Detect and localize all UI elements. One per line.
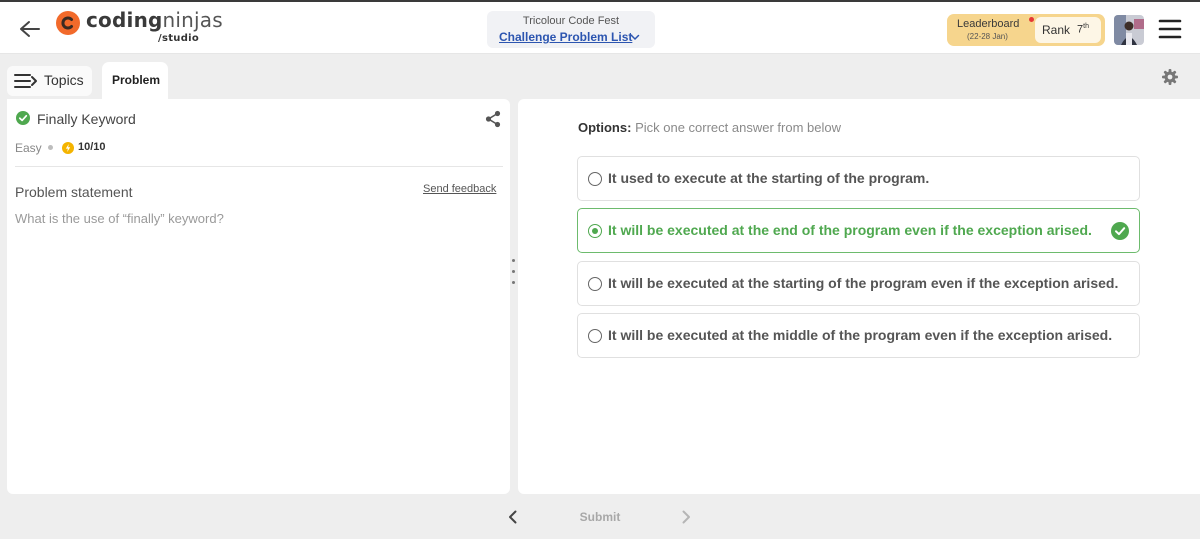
rank-label: Rank [1042, 23, 1071, 37]
hamburger-menu-button[interactable] [1158, 18, 1182, 40]
problem-title: Finally Keyword [37, 111, 136, 127]
problem-panel: Finally Keyword Easy 10/10 Problem state… [7, 99, 510, 494]
option-3[interactable]: It will be executed at the starting of t… [577, 261, 1140, 306]
leaderboard-dates: (22-28 Jan) [967, 32, 1008, 41]
chevron-right-icon [682, 510, 690, 524]
radio-button[interactable] [588, 277, 602, 291]
options-heading: Options: Pick one correct answer from be… [578, 120, 841, 135]
difficulty-label: Easy [15, 141, 42, 155]
event-title: Tricolour Code Fest [522, 15, 620, 27]
share-icon [485, 110, 501, 128]
option-text: It used to execute at the starting of th… [608, 170, 930, 186]
option-text: It will be executed at the end of the pr… [608, 222, 1092, 238]
tab-topics[interactable]: Topics [7, 66, 92, 96]
rank-badge: Rank 7th [1035, 17, 1101, 43]
radio-button[interactable] [588, 224, 602, 238]
previous-button[interactable] [505, 509, 521, 525]
option-4[interactable]: It will be executed at the middle of the… [577, 313, 1140, 358]
avatar-image [1114, 15, 1144, 45]
radio-button[interactable] [588, 172, 602, 186]
leaderboard-title: Leaderboard [957, 18, 1020, 30]
submit-button[interactable]: Submit [570, 506, 630, 528]
avatar[interactable] [1114, 15, 1144, 45]
next-button[interactable] [678, 509, 694, 525]
option-2[interactable]: It will be executed at the end of the pr… [577, 208, 1140, 253]
topics-list-icon [14, 74, 37, 88]
challenge-problem-list-link[interactable]: Challenge Problem List [499, 30, 632, 44]
notification-dot [1029, 17, 1034, 22]
settings-gear-icon [1162, 69, 1178, 85]
brand-subtitle: /studio [158, 33, 200, 44]
leaderboard-button[interactable]: Leaderboard (22-28 Jan) Rank 7th [947, 14, 1105, 46]
top-navbar: codingninjas /studio Tricolour Code Fest… [0, 0, 1200, 54]
options-panel: Options: Pick one correct answer from be… [518, 99, 1200, 494]
share-button[interactable] [484, 110, 502, 128]
option-1[interactable]: It used to execute at the starting of th… [577, 156, 1140, 201]
divider [15, 166, 503, 167]
send-feedback-link[interactable]: Send feedback [423, 183, 496, 195]
back-arrow-icon [20, 21, 40, 37]
settings-button[interactable] [1161, 68, 1179, 86]
problem-statement-text: What is the use of “finally” keyword? [15, 211, 224, 226]
chevron-left-icon [509, 510, 517, 524]
tab-problem[interactable]: Problem [102, 62, 168, 100]
separator-dot [48, 145, 53, 150]
menu-icon [1158, 19, 1182, 39]
chevron-down-icon[interactable] [629, 31, 641, 43]
logo-icon [56, 11, 80, 35]
score-value: 10/10 [78, 141, 106, 153]
option-text: It will be executed at the middle of the… [608, 327, 1113, 343]
brand-name: codingninjas [86, 8, 223, 32]
check-circle-icon [16, 111, 30, 125]
back-button[interactable] [17, 16, 43, 42]
rank-value: 7th [1077, 23, 1089, 36]
check-circle-icon [1111, 222, 1129, 240]
problem-statement-heading: Problem statement [15, 184, 133, 200]
panel-resize-handle[interactable] [511, 259, 516, 291]
option-text: It will be executed at the starting of t… [608, 275, 1119, 291]
event-selector: Tricolour Code Fest Challenge Problem Li… [487, 11, 655, 48]
tab-topics-label: Topics [44, 72, 84, 88]
radio-button[interactable] [588, 329, 602, 343]
tab-problem-label: Problem [112, 73, 161, 87]
bolt-icon [62, 142, 74, 154]
